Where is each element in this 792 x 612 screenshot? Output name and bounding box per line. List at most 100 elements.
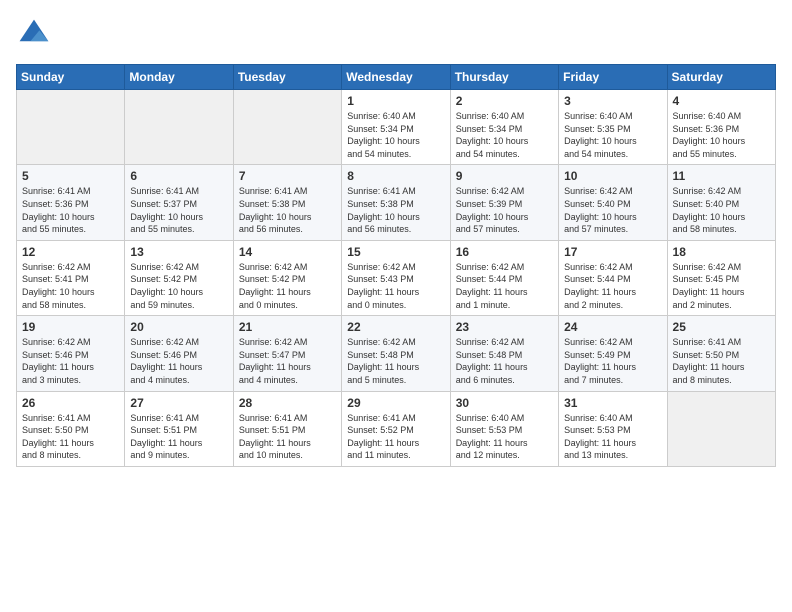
day-info: Sunrise: 6:41 AM Sunset: 5:36 PM Dayligh…: [22, 185, 119, 235]
column-header-wednesday: Wednesday: [342, 65, 450, 90]
day-number: 2: [456, 94, 553, 108]
calendar-cell: 7 Sunrise: 6:41 AM Sunset: 5:38 PM Daylig…: [233, 165, 341, 240]
day-info: Sunrise: 6:40 AM Sunset: 5:34 PM Dayligh…: [347, 110, 444, 160]
calendar-cell: [17, 90, 125, 165]
day-number: 1: [347, 94, 444, 108]
column-header-tuesday: Tuesday: [233, 65, 341, 90]
calendar-cell: 18 Sunrise: 6:42 AM Sunset: 5:45 PM Dayli…: [667, 240, 775, 315]
day-info: Sunrise: 6:40 AM Sunset: 5:35 PM Dayligh…: [564, 110, 661, 160]
day-info: Sunrise: 6:42 AM Sunset: 5:44 PM Dayligh…: [564, 261, 661, 311]
day-info: Sunrise: 6:41 AM Sunset: 5:50 PM Dayligh…: [22, 412, 119, 462]
day-number: 6: [130, 169, 227, 183]
day-info: Sunrise: 6:41 AM Sunset: 5:52 PM Dayligh…: [347, 412, 444, 462]
day-info: Sunrise: 6:42 AM Sunset: 5:39 PM Dayligh…: [456, 185, 553, 235]
day-info: Sunrise: 6:41 AM Sunset: 5:51 PM Dayligh…: [239, 412, 336, 462]
calendar-cell: 26 Sunrise: 6:41 AM Sunset: 5:50 PM Dayli…: [17, 391, 125, 466]
calendar-cell: 3 Sunrise: 6:40 AM Sunset: 5:35 PM Daylig…: [559, 90, 667, 165]
day-info: Sunrise: 6:40 AM Sunset: 5:36 PM Dayligh…: [673, 110, 770, 160]
calendar-cell: 30 Sunrise: 6:40 AM Sunset: 5:53 PM Dayli…: [450, 391, 558, 466]
calendar-cell: 31Sunrise: 6:40 AM Sunset: 5:53 PM Dayli…: [559, 391, 667, 466]
calendar-cell: 27 Sunrise: 6:41 AM Sunset: 5:51 PM Dayli…: [125, 391, 233, 466]
calendar-cell: 8 Sunrise: 6:41 AM Sunset: 5:38 PM Daylig…: [342, 165, 450, 240]
day-number: 3: [564, 94, 661, 108]
day-info: Sunrise: 6:42 AM Sunset: 5:43 PM Dayligh…: [347, 261, 444, 311]
calendar-cell: 25 Sunrise: 6:41 AM Sunset: 5:50 PM Dayli…: [667, 316, 775, 391]
calendar-cell: 14Sunrise: 6:42 AM Sunset: 5:42 PM Dayli…: [233, 240, 341, 315]
column-header-friday: Friday: [559, 65, 667, 90]
day-number: 5: [22, 169, 119, 183]
day-number: 12: [22, 245, 119, 259]
calendar-week-row: 1 Sunrise: 6:40 AM Sunset: 5:34 PM Daylig…: [17, 90, 776, 165]
calendar-week-row: 19 Sunrise: 6:42 AM Sunset: 5:46 PM Dayli…: [17, 316, 776, 391]
calendar-cell: 17 Sunrise: 6:42 AM Sunset: 5:44 PM Dayli…: [559, 240, 667, 315]
day-number: 14: [239, 245, 336, 259]
day-number: 25: [673, 320, 770, 334]
day-info: Sunrise: 6:42 AM Sunset: 5:40 PM Dayligh…: [673, 185, 770, 235]
day-number: 30: [456, 396, 553, 410]
page-header: [16, 16, 776, 52]
day-info: Sunrise: 6:41 AM Sunset: 5:50 PM Dayligh…: [673, 336, 770, 386]
day-number: 18: [673, 245, 770, 259]
day-number: 27: [130, 396, 227, 410]
day-info: Sunrise: 6:42 AM Sunset: 5:49 PM Dayligh…: [564, 336, 661, 386]
calendar-cell: 9 Sunrise: 6:42 AM Sunset: 5:39 PM Daylig…: [450, 165, 558, 240]
day-number: 21: [239, 320, 336, 334]
calendar-cell: 20 Sunrise: 6:42 AM Sunset: 5:46 PM Dayli…: [125, 316, 233, 391]
calendar-table: SundayMondayTuesdayWednesdayThursdayFrid…: [16, 64, 776, 467]
calendar-cell: 5 Sunrise: 6:41 AM Sunset: 5:36 PM Daylig…: [17, 165, 125, 240]
day-number: 13: [130, 245, 227, 259]
calendar-cell: 12Sunrise: 6:42 AM Sunset: 5:41 PM Dayli…: [17, 240, 125, 315]
day-number: 9: [456, 169, 553, 183]
calendar-cell: 21 Sunrise: 6:42 AM Sunset: 5:47 PM Dayli…: [233, 316, 341, 391]
day-info: Sunrise: 6:42 AM Sunset: 5:44 PM Dayligh…: [456, 261, 553, 311]
calendar-cell: 23Sunrise: 6:42 AM Sunset: 5:48 PM Dayli…: [450, 316, 558, 391]
calendar-cell: 1 Sunrise: 6:40 AM Sunset: 5:34 PM Daylig…: [342, 90, 450, 165]
day-info: Sunrise: 6:41 AM Sunset: 5:38 PM Dayligh…: [347, 185, 444, 235]
day-info: Sunrise: 6:42 AM Sunset: 5:48 PM Dayligh…: [456, 336, 553, 386]
calendar-cell: 4 Sunrise: 6:40 AM Sunset: 5:36 PM Daylig…: [667, 90, 775, 165]
day-number: 16: [456, 245, 553, 259]
day-number: 20: [130, 320, 227, 334]
logo-icon: [16, 16, 52, 52]
calendar-week-row: 26 Sunrise: 6:41 AM Sunset: 5:50 PM Dayli…: [17, 391, 776, 466]
column-header-sunday: Sunday: [17, 65, 125, 90]
calendar-header-row: SundayMondayTuesdayWednesdayThursdayFrid…: [17, 65, 776, 90]
calendar-cell: 11 Sunrise: 6:42 AM Sunset: 5:40 PM Dayli…: [667, 165, 775, 240]
day-number: 26: [22, 396, 119, 410]
day-info: Sunrise: 6:42 AM Sunset: 5:47 PM Dayligh…: [239, 336, 336, 386]
day-number: 4: [673, 94, 770, 108]
day-number: 8: [347, 169, 444, 183]
day-number: 28: [239, 396, 336, 410]
day-info: Sunrise: 6:41 AM Sunset: 5:51 PM Dayligh…: [130, 412, 227, 462]
calendar-cell: 16 Sunrise: 6:42 AM Sunset: 5:44 PM Dayli…: [450, 240, 558, 315]
day-info: Sunrise: 6:40 AM Sunset: 5:34 PM Dayligh…: [456, 110, 553, 160]
day-number: 10: [564, 169, 661, 183]
day-info: Sunrise: 6:40 AM Sunset: 5:53 PM Dayligh…: [456, 412, 553, 462]
calendar-cell: 15 Sunrise: 6:42 AM Sunset: 5:43 PM Dayli…: [342, 240, 450, 315]
calendar-cell: [233, 90, 341, 165]
day-info: Sunrise: 6:41 AM Sunset: 5:37 PM Dayligh…: [130, 185, 227, 235]
calendar-cell: 28 Sunrise: 6:41 AM Sunset: 5:51 PM Dayli…: [233, 391, 341, 466]
day-number: 19: [22, 320, 119, 334]
calendar-cell: 22Sunrise: 6:42 AM Sunset: 5:48 PM Dayli…: [342, 316, 450, 391]
column-header-monday: Monday: [125, 65, 233, 90]
calendar-cell: [667, 391, 775, 466]
day-info: Sunrise: 6:41 AM Sunset: 5:38 PM Dayligh…: [239, 185, 336, 235]
calendar-cell: 6 Sunrise: 6:41 AM Sunset: 5:37 PM Daylig…: [125, 165, 233, 240]
day-number: 15: [347, 245, 444, 259]
calendar-cell: 24 Sunrise: 6:42 AM Sunset: 5:49 PM Dayli…: [559, 316, 667, 391]
day-info: Sunrise: 6:42 AM Sunset: 5:45 PM Dayligh…: [673, 261, 770, 311]
calendar-cell: 10 Sunrise: 6:42 AM Sunset: 5:40 PM Dayli…: [559, 165, 667, 240]
calendar-week-row: 5 Sunrise: 6:41 AM Sunset: 5:36 PM Daylig…: [17, 165, 776, 240]
day-info: Sunrise: 6:42 AM Sunset: 5:46 PM Dayligh…: [130, 336, 227, 386]
day-info: Sunrise: 6:42 AM Sunset: 5:40 PM Dayligh…: [564, 185, 661, 235]
calendar-cell: 29 Sunrise: 6:41 AM Sunset: 5:52 PM Dayli…: [342, 391, 450, 466]
day-number: 29: [347, 396, 444, 410]
day-number: 17: [564, 245, 661, 259]
calendar-cell: 19 Sunrise: 6:42 AM Sunset: 5:46 PM Dayli…: [17, 316, 125, 391]
day-info: Sunrise: 6:42 AM Sunset: 5:46 PM Dayligh…: [22, 336, 119, 386]
day-number: 24: [564, 320, 661, 334]
day-number: 7: [239, 169, 336, 183]
day-number: 11: [673, 169, 770, 183]
calendar-cell: [125, 90, 233, 165]
